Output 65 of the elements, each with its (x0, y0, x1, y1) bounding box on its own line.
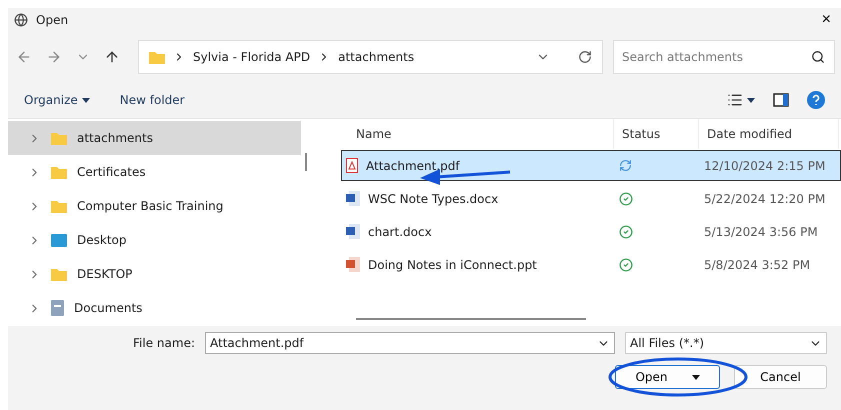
new-folder-button[interactable]: New folder (120, 93, 185, 107)
breadcrumb[interactable]: attachments (338, 50, 414, 64)
caret-icon (692, 374, 700, 380)
scrollbar-thumb[interactable] (304, 153, 307, 171)
sidebar-item[interactable]: DESKTOP (8, 257, 301, 291)
cancel-button[interactable]: Cancel (734, 365, 827, 389)
window-title: Open (36, 13, 70, 27)
sidebar-item[interactable]: Documents (8, 291, 301, 325)
folder-icon (149, 50, 165, 64)
help-icon[interactable] (807, 91, 825, 109)
app-icon (14, 13, 28, 27)
preview-pane-icon[interactable] (773, 93, 789, 107)
file-name-field[interactable]: Attachment.pdf (205, 332, 615, 354)
forward-icon (46, 49, 62, 65)
organize-button[interactable]: Organize (24, 93, 90, 107)
date-modified: 12/10/2024 2:15 PM (704, 158, 826, 172)
address-bar[interactable]: Sylvia - Florida APD attachments (138, 40, 603, 74)
folder-name: Documents (74, 301, 142, 315)
folder-icon (51, 200, 67, 212)
column-header[interactable]: Name (326, 119, 614, 149)
folder-name: Certificates (77, 165, 146, 179)
folder-icon (51, 268, 67, 280)
file-name: Attachment.pdf (366, 158, 460, 172)
date-modified: 5/13/2024 3:56 PM (704, 224, 818, 238)
view-button[interactable] (727, 92, 755, 108)
column-header[interactable]: Status (614, 119, 699, 149)
search-field[interactable]: Search attachments (613, 40, 835, 74)
file-name: Doing Notes in iConnect.ppt (368, 258, 537, 272)
open-button[interactable]: Open (615, 365, 720, 389)
word-file-icon (346, 224, 360, 239)
list-view-icon (727, 92, 743, 108)
folder-name: Desktop (77, 233, 126, 247)
search-icon (811, 50, 825, 64)
sidebar-item[interactable]: Desktop (8, 223, 301, 257)
word-file-icon (346, 191, 360, 206)
folder-name: attachments (77, 131, 153, 145)
document-icon (51, 300, 64, 316)
file-name-label: File name: (133, 336, 195, 350)
date-modified: 5/8/2024 3:52 PM (704, 258, 810, 272)
refresh-icon[interactable] (578, 50, 592, 64)
breadcrumb[interactable]: Sylvia - Florida APD (193, 50, 310, 64)
file-name: chart.docx (368, 224, 432, 238)
caret-icon (747, 98, 755, 102)
file-name: WSC Note Types.docx (368, 192, 498, 206)
folder-name: DESKTOP (77, 267, 132, 281)
sidebar-item[interactable]: attachments (8, 121, 301, 155)
column-header[interactable]: Date modified (699, 119, 839, 149)
slides-file-icon (346, 257, 360, 272)
desktop-icon (51, 234, 67, 246)
file-row[interactable]: WSC Note Types.docx 5/22/2024 12:20 PM (341, 183, 841, 214)
horizontal-scrollbar[interactable] (356, 318, 586, 320)
back-icon (16, 49, 32, 65)
date-modified: 5/22/2024 12:20 PM (704, 192, 826, 206)
sidebar-item[interactable]: Computer Basic Training (8, 189, 301, 223)
close-button[interactable]: × (818, 11, 835, 29)
pdf-file-icon (346, 158, 358, 173)
file-row[interactable]: chart.docx 5/13/2024 3:56 PM (341, 216, 841, 247)
file-type-dropdown[interactable]: All Files (*.*) (625, 332, 827, 354)
file-row[interactable]: Doing Notes in iConnect.ppt 5/8/2024 3:52 PM (341, 249, 841, 280)
file-row[interactable]: Attachment.pdf 12/10/2024 2:15 PM (341, 150, 841, 181)
folder-icon (51, 132, 67, 144)
sidebar-item[interactable]: Certificates (8, 155, 301, 189)
folder-icon (51, 166, 67, 178)
folder-name: Computer Basic Training (77, 199, 224, 213)
caret-icon (82, 98, 90, 102)
